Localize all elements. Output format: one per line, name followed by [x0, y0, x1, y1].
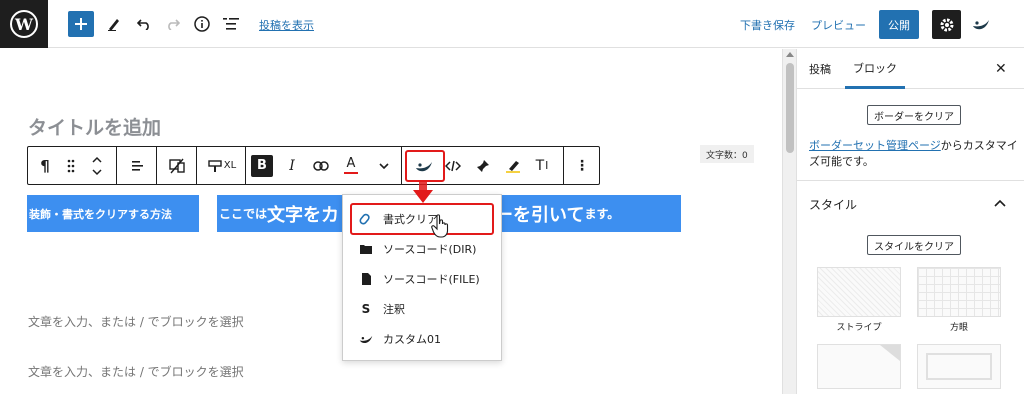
clear-border-button[interactable]: ボーダーをクリア — [867, 105, 961, 125]
style-option-box[interactable] — [917, 344, 1001, 389]
wordpress-logo-icon[interactable]: W — [0, 0, 48, 48]
clear-style-button[interactable]: スタイルをクリア — [867, 235, 961, 255]
preview-button[interactable]: プレビュー — [811, 17, 866, 33]
italic-button[interactable]: I — [280, 147, 304, 184]
dropdown-item-annotation[interactable]: S 注釈 — [343, 295, 501, 323]
s-icon: S — [361, 302, 371, 316]
annotation-arrow-icon — [413, 181, 433, 203]
highlight-prefix: ここでは — [219, 207, 268, 221]
dropdown-item-source-file[interactable]: ソースコード(FILE) — [343, 265, 501, 293]
style-option-stripe[interactable] — [817, 267, 901, 317]
align-left-icon[interactable] — [120, 147, 154, 184]
sidebar-divider — [797, 180, 1024, 181]
tab-block[interactable]: ブロック — [845, 49, 905, 89]
toolbar-separator — [116, 147, 117, 184]
save-draft-button[interactable]: 下書き保存 — [740, 17, 795, 33]
corner-fold-icon — [880, 345, 900, 361]
tab-post[interactable]: 投稿 — [809, 49, 831, 89]
style-option-corner[interactable] — [817, 344, 901, 389]
annotation-highlight-box — [350, 203, 494, 235]
highlight-color-swatch — [506, 170, 520, 173]
toolbar-separator — [156, 147, 157, 184]
list-view-icon[interactable] — [221, 10, 241, 38]
editor-scrollbar[interactable] — [782, 49, 796, 394]
box-inner-frame — [926, 353, 992, 380]
gear-icon — [940, 18, 953, 31]
clear-format-cursor-icon: I — [545, 159, 549, 172]
close-icon[interactable]: ✕ — [995, 61, 1007, 77]
style-label-grid: 方眼 — [949, 323, 968, 333]
device-visibility-icon[interactable] — [160, 147, 194, 184]
dropdown-item-label: カスタム01 — [383, 333, 441, 346]
heading-highlight-text[interactable]: 装飾・書式をクリアする方法 — [27, 195, 199, 232]
dropdown-item-custom01[interactable]: カスタム01 — [343, 325, 501, 353]
dropdown-item-source-dir[interactable]: ソースコード(DIR) — [343, 235, 501, 263]
text-color-label: A — [346, 156, 356, 171]
scroll-up-arrow-icon[interactable] — [786, 52, 794, 57]
folder-icon — [359, 242, 373, 256]
undo-icon[interactable] — [134, 10, 154, 38]
publish-button[interactable]: 公開 — [879, 10, 919, 39]
toolbar-separator — [401, 147, 402, 184]
block-toolbar: ¶ XL B I A T I ⋮ — [27, 146, 600, 185]
clear-format-button[interactable]: T I — [528, 147, 556, 184]
text-size-icon — [208, 159, 222, 172]
dropdown-item-label: ソースコード(DIR) — [383, 243, 477, 256]
top-toolbar: W 投稿を表示 下書き保存 プレビュー 公開 — [0, 0, 1024, 48]
custom-icon — [359, 332, 373, 346]
highlight-large: 文字をカ — [267, 204, 340, 226]
settings-sidebar: 投稿 ブロック ✕ ボーダーをクリア ボーダーセット管理ページからカスタマイズ可… — [796, 49, 1024, 394]
chevron-down-icon[interactable] — [372, 147, 396, 184]
chevron-up-icon[interactable] — [994, 199, 1006, 207]
highlight-suffix: ます。 — [584, 207, 620, 221]
plugin-custom-icon[interactable] — [970, 10, 992, 38]
link-icon[interactable] — [308, 147, 334, 184]
add-block-button[interactable] — [68, 11, 94, 37]
clear-format-label: T — [535, 157, 545, 174]
scroll-thumb[interactable] — [786, 63, 794, 153]
highlighter-icon[interactable] — [500, 147, 526, 184]
style-label-stripe: ストライプ — [836, 323, 882, 333]
bold-button[interactable]: B — [249, 147, 275, 184]
dropdown-item-label: ソースコード(FILE) — [383, 273, 480, 286]
hand-cursor-icon — [431, 214, 449, 238]
toolbar-separator — [196, 147, 197, 184]
text-color-swatch — [344, 172, 358, 174]
font-size-xl-button[interactable]: XL — [202, 147, 242, 184]
pencil-icon[interactable] — [104, 10, 124, 38]
pin-icon[interactable] — [470, 147, 496, 184]
drag-handle-icon[interactable] — [60, 147, 82, 184]
annotation-highlight-box — [405, 150, 445, 182]
sidebar-tabs: 投稿 ブロック ✕ — [797, 49, 1024, 89]
toolbar-separator — [245, 147, 246, 184]
border-settings-description: ボーダーセット管理ページからカスタマイズ可能です。 — [809, 138, 1019, 170]
more-options-icon[interactable]: ⋮ — [568, 147, 596, 184]
border-set-manage-link[interactable]: ボーダーセット管理ページ — [809, 139, 941, 152]
paragraph-placeholder[interactable]: 文章を入力、または / でブロックを選択 — [28, 363, 244, 380]
post-title-placeholder[interactable]: タイトルを追加 — [28, 113, 161, 140]
style-section-title[interactable]: スタイル — [809, 196, 857, 213]
svg-text:W: W — [14, 15, 34, 34]
paragraph-block-icon[interactable]: ¶ — [30, 147, 60, 184]
redo-icon[interactable] — [163, 10, 183, 38]
settings-gear-button[interactable] — [932, 10, 961, 39]
file-icon — [359, 272, 373, 286]
move-up-down-icon[interactable] — [85, 147, 109, 184]
paragraph-placeholder[interactable]: 文章を入力、または / でブロックを選択 — [28, 313, 244, 330]
info-icon[interactable] — [192, 10, 212, 38]
font-size-label: XL — [223, 160, 237, 171]
text-color-button[interactable]: A — [338, 147, 364, 184]
dropdown-item-label: 注釈 — [383, 303, 405, 316]
bold-label: B — [251, 154, 273, 177]
char-count-badge: 文字数：0 — [700, 145, 754, 163]
toolbar-separator — [563, 147, 564, 184]
view-post-link[interactable]: 投稿を表示 — [259, 17, 314, 33]
style-option-grid[interactable] — [917, 267, 1001, 317]
